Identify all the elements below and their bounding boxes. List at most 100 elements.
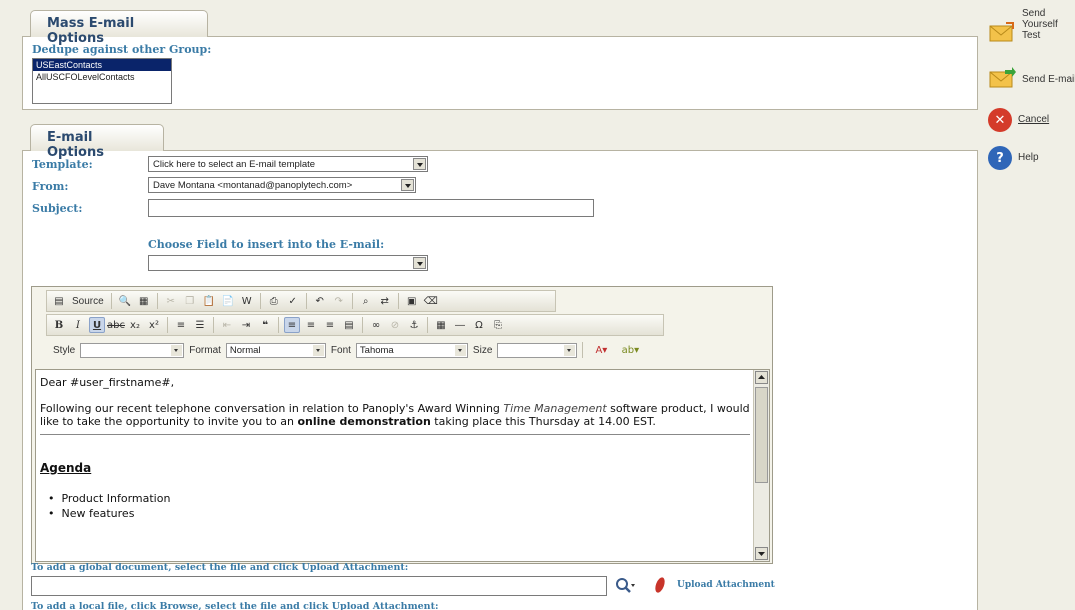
cancel-label: Cancel: [1018, 114, 1050, 125]
global-file-input[interactable]: [31, 576, 607, 596]
paragraph-text: taking place this Thursday at 14.00 EST.: [430, 415, 656, 428]
chevron-down-icon[interactable]: [171, 344, 183, 356]
paragraph-text: Following our recent telephone conversat…: [40, 402, 504, 415]
tab-email-options[interactable]: E-mail Options: [30, 124, 164, 160]
numbered-list-icon[interactable]: ≡: [173, 317, 189, 333]
scrollbar-thumb[interactable]: [755, 387, 768, 483]
tab-label: E-mail Options: [47, 130, 104, 160]
dedupe-label: Dedupe against other Group:: [32, 43, 212, 56]
bold-icon[interactable]: B: [51, 317, 67, 333]
paste-icon[interactable]: 📋: [201, 293, 217, 309]
align-center-icon[interactable]: ≡: [303, 317, 319, 333]
indent-icon[interactable]: ⇥: [238, 317, 254, 333]
align-left-icon[interactable]: ≡: [284, 317, 300, 333]
size-label: Size: [472, 344, 493, 356]
templates-icon[interactable]: ▦: [136, 293, 152, 309]
page-break-icon[interactable]: ⎘: [490, 317, 506, 333]
chevron-down-icon[interactable]: [401, 179, 414, 191]
paperclip-icon[interactable]: [654, 575, 666, 595]
font-select[interactable]: Tahoma: [355, 342, 468, 358]
side-actions: Send Yourself Test Send E-mail ✕ Cancel …: [988, 0, 1075, 610]
main-area: Mass E-mail Options Dedupe against other…: [22, 10, 978, 610]
dedupe-group-list[interactable]: USEastContacts AllUSCFOLevelContacts: [32, 58, 172, 104]
print-icon[interactable]: ⎙: [266, 293, 282, 309]
editor-scrollbar[interactable]: [753, 370, 769, 561]
browse-search-icon[interactable]: [614, 576, 636, 596]
from-value: Dave Montana <montanad@panoplytech.com>: [153, 180, 353, 191]
outdent-icon[interactable]: ⇤: [219, 317, 235, 333]
source-icon[interactable]: ▤: [51, 293, 67, 309]
link-icon[interactable]: ∞: [368, 317, 384, 333]
local-file-label: To add a local file, click Browse, selec…: [31, 601, 439, 610]
copy-icon[interactable]: ❐: [182, 293, 198, 309]
send-test-label: Send Yourself Test: [1022, 8, 1058, 41]
send-envelope-icon: [988, 66, 1016, 91]
replace-icon[interactable]: ⇄: [377, 293, 393, 309]
style-select[interactable]: [80, 342, 185, 358]
select-all-icon[interactable]: ▣: [404, 293, 420, 309]
chevron-down-icon[interactable]: [564, 344, 576, 356]
superscript-icon[interactable]: x²: [146, 317, 162, 333]
justify-icon[interactable]: ▤: [341, 317, 357, 333]
unlink-icon[interactable]: ⊘: [387, 317, 403, 333]
special-char-icon[interactable]: Ω: [471, 317, 487, 333]
strikethrough-icon[interactable]: abc: [107, 317, 125, 333]
rich-text-editor: ▤ Source 🔍 ▦ ✂ ❐ 📋 📄 W ⎙ ✓ ↶ ↷ ⌕ ⇄ ▣ ⌫ B: [31, 286, 773, 564]
toolbar-separator: [110, 293, 112, 309]
template-select[interactable]: Click here to select an E-mail template: [148, 156, 428, 172]
table-icon[interactable]: ▦: [433, 317, 449, 333]
paste-text-icon[interactable]: 📄: [220, 293, 236, 309]
horizontal-rule-icon[interactable]: ―: [452, 317, 468, 333]
chevron-down-icon[interactable]: [413, 257, 426, 269]
spellcheck-icon[interactable]: ✓: [285, 293, 301, 309]
insert-field-select[interactable]: [148, 255, 428, 271]
bulleted-list-icon[interactable]: ☰: [192, 317, 208, 333]
send-email-button[interactable]: Send E-mail: [988, 66, 1075, 91]
greeting-text: Dear #user_firstname#,: [40, 376, 175, 389]
scroll-up-icon[interactable]: [755, 371, 768, 384]
source-button[interactable]: Source: [70, 296, 106, 307]
style-label: Style: [53, 344, 76, 356]
paste-word-icon[interactable]: W: [239, 293, 255, 309]
subject-input[interactable]: [148, 199, 594, 217]
underline-icon[interactable]: U: [89, 317, 105, 333]
undo-icon[interactable]: ↶: [312, 293, 328, 309]
subject-label: Subject:: [32, 202, 83, 215]
cut-icon[interactable]: ✂: [163, 293, 179, 309]
size-select[interactable]: [497, 342, 578, 358]
chevron-down-icon[interactable]: [312, 344, 324, 356]
scroll-down-icon[interactable]: [755, 547, 768, 560]
find-icon[interactable]: ⌕: [358, 293, 374, 309]
highlight-color-icon[interactable]: ab▾: [617, 342, 643, 358]
align-right-icon[interactable]: ≡: [322, 317, 338, 333]
list-item[interactable]: USEastContacts: [33, 59, 171, 71]
anchor-icon[interactable]: ⚓: [406, 317, 422, 333]
text-color-icon[interactable]: A▾: [588, 342, 614, 358]
toolbar-separator: [351, 293, 353, 309]
tab-mass-email-options[interactable]: Mass E-mail Options: [30, 10, 208, 46]
preview-icon[interactable]: 🔍: [117, 293, 133, 309]
cancel-icon: ✕: [988, 108, 1012, 132]
help-button[interactable]: ? Help: [988, 146, 1039, 170]
send-test-button[interactable]: Send Yourself Test: [988, 8, 1062, 45]
upload-attachment-button[interactable]: Upload Attachment: [677, 580, 775, 590]
from-select[interactable]: Dave Montana <montanad@panoplytech.com>: [148, 177, 416, 193]
toolbar-row-1: ▤ Source 🔍 ▦ ✂ ❐ 📋 📄 W ⎙ ✓ ↶ ↷ ⌕ ⇄ ▣ ⌫: [46, 290, 556, 312]
list-item-text: Product Information: [61, 492, 171, 505]
remove-format-icon[interactable]: ⌫: [423, 293, 439, 309]
chevron-down-icon[interactable]: [454, 344, 466, 356]
redo-icon[interactable]: ↷: [331, 293, 347, 309]
format-select[interactable]: Normal: [225, 342, 326, 358]
toolbar-separator: [278, 317, 279, 333]
body-paragraph: Following our recent telephone conversat…: [40, 402, 750, 428]
toolbar-separator: [167, 317, 168, 333]
toolbar-row-3: Style Format Normal Font Tahoma Size A▾ …: [46, 339, 664, 361]
toolbar-separator: [427, 317, 428, 333]
subscript-icon[interactable]: x₂: [127, 317, 143, 333]
chevron-down-icon[interactable]: [413, 158, 426, 170]
list-item[interactable]: AllUSCFOLevelContacts: [33, 71, 171, 83]
italic-icon[interactable]: I: [70, 317, 86, 333]
cancel-button[interactable]: ✕ Cancel: [988, 108, 1049, 132]
blockquote-icon[interactable]: ❝: [257, 317, 273, 333]
editor-content[interactable]: Dear #user_firstname#, Following our rec…: [35, 369, 770, 562]
